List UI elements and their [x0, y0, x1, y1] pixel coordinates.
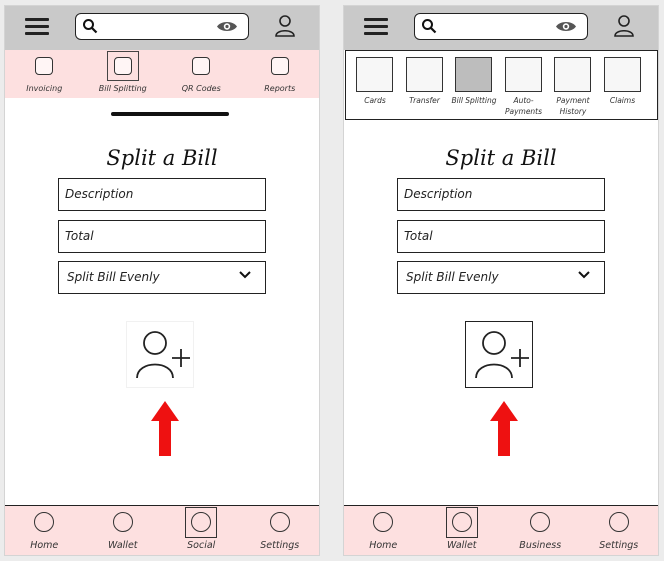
nav-label: Social	[187, 540, 216, 551]
tab-claims[interactable]: Claims	[603, 57, 654, 119]
transfer-icon	[405, 57, 443, 92]
split-method-value: Split Bill Evenly	[67, 270, 160, 284]
tab-reports[interactable]: Reports	[241, 50, 320, 98]
hamburger-menu-icon[interactable]	[364, 18, 388, 36]
home-icon	[373, 512, 394, 532]
user-icon[interactable]	[614, 15, 634, 37]
nav-wallet[interactable]: Wallet	[423, 506, 502, 555]
eye-icon[interactable]	[555, 20, 577, 33]
payment-history-icon	[554, 57, 591, 92]
bottom-navigation: Home Wallet Social Settings	[5, 505, 319, 555]
page-title: Split a Bill	[445, 146, 557, 170]
red-up-arrow-icon	[490, 401, 518, 456]
search-input[interactable]	[414, 13, 588, 40]
bottom-navigation: Home Wallet Business Settings	[344, 505, 658, 555]
nav-social[interactable]: Social	[162, 506, 241, 555]
wallet-icon	[112, 512, 133, 532]
nav-label: Settings	[599, 540, 639, 551]
nav-settings[interactable]: Settings	[580, 506, 659, 555]
split-method-dropdown[interactable]: Split Bill Evenly	[397, 261, 605, 294]
auto-payments-icon	[504, 57, 542, 92]
nav-wallet[interactable]: Wallet	[84, 506, 163, 555]
tab-label: QR Codes	[181, 84, 221, 93]
nav-label: Wallet	[446, 540, 477, 551]
search-icon	[83, 19, 98, 34]
add-person-icon	[475, 331, 529, 379]
description-field[interactable]: Description	[58, 178, 266, 211]
page-title: Split a Bill	[106, 146, 218, 170]
search-icon	[422, 19, 437, 34]
nav-label: Business	[519, 540, 562, 551]
category-tab-strip: Invoicing Bill Splitting QR Codes Report…	[5, 50, 319, 98]
search-input[interactable]	[75, 13, 249, 40]
tab-qr-codes[interactable]: QR Codes	[162, 50, 241, 98]
add-person-icon	[136, 331, 190, 379]
qr-codes-icon	[192, 57, 211, 75]
chevron-down-icon	[578, 271, 590, 279]
total-field[interactable]: Total	[58, 220, 266, 253]
phone-screen-left: Invoicing Bill Splitting QR Codes Report…	[4, 5, 320, 556]
total-field[interactable]: Total	[397, 220, 605, 253]
eye-icon[interactable]	[216, 20, 238, 33]
wallet-icon	[451, 512, 472, 532]
add-person-button[interactable]	[465, 321, 533, 388]
tab-label: Bill Splitting	[451, 96, 497, 105]
nav-label: Wallet	[107, 540, 138, 551]
nav-business[interactable]: Business	[501, 506, 580, 555]
tab-transfer[interactable]: Transfer	[405, 57, 456, 119]
bill-splitting-icon	[455, 57, 492, 92]
reports-icon	[270, 57, 289, 75]
hamburger-menu-icon[interactable]	[25, 18, 49, 36]
nav-label: Home	[30, 540, 59, 551]
nav-home[interactable]: Home	[344, 506, 423, 555]
tab-bill-splitting[interactable]: Bill Splitting	[84, 50, 163, 98]
business-icon	[530, 512, 551, 532]
tab-label: Payment History	[556, 96, 590, 116]
nav-label: Settings	[260, 540, 300, 551]
tab-auto-payments[interactable]: Auto-Payments	[504, 57, 555, 119]
tab-label: Auto-Payments	[504, 96, 543, 116]
user-icon[interactable]	[275, 15, 295, 37]
home-icon	[34, 512, 55, 532]
top-bar	[344, 6, 658, 50]
nav-home[interactable]: Home	[5, 506, 84, 555]
bill-splitting-icon	[113, 57, 132, 75]
tab-label: Bill Splitting	[98, 84, 147, 93]
split-method-dropdown[interactable]: Split Bill Evenly	[58, 261, 266, 294]
phone-screen-right: Cards Transfer Bill Splitting Auto-Payme…	[343, 5, 659, 556]
top-bar	[5, 6, 319, 50]
settings-icon	[269, 512, 290, 532]
tab-label: Claims	[609, 96, 636, 105]
split-method-value: Split Bill Evenly	[406, 270, 499, 284]
nav-label: Home	[369, 540, 398, 551]
invoicing-icon	[35, 57, 54, 75]
description-field[interactable]: Description	[397, 178, 605, 211]
tab-bill-splitting[interactable]: Bill Splitting	[452, 57, 505, 119]
active-tab-indicator	[111, 112, 229, 116]
red-up-arrow-icon	[151, 401, 179, 456]
tab-cards[interactable]: Cards	[356, 57, 406, 119]
nav-settings[interactable]: Settings	[241, 506, 320, 555]
tab-label: Cards	[364, 96, 386, 105]
chevron-down-icon	[239, 271, 251, 279]
tab-label: Reports	[264, 84, 296, 93]
tab-invoicing[interactable]: Invoicing	[5, 50, 84, 98]
category-tab-strip: Cards Transfer Bill Splitting Auto-Payme…	[345, 50, 658, 120]
tab-label: Transfer	[409, 96, 440, 105]
claims-icon	[603, 57, 641, 92]
tab-payment-history[interactable]: Payment History	[554, 57, 604, 119]
add-person-button[interactable]	[126, 321, 194, 388]
tab-label: Invoicing	[26, 84, 63, 93]
settings-icon	[608, 512, 629, 532]
cards-icon	[356, 57, 393, 92]
